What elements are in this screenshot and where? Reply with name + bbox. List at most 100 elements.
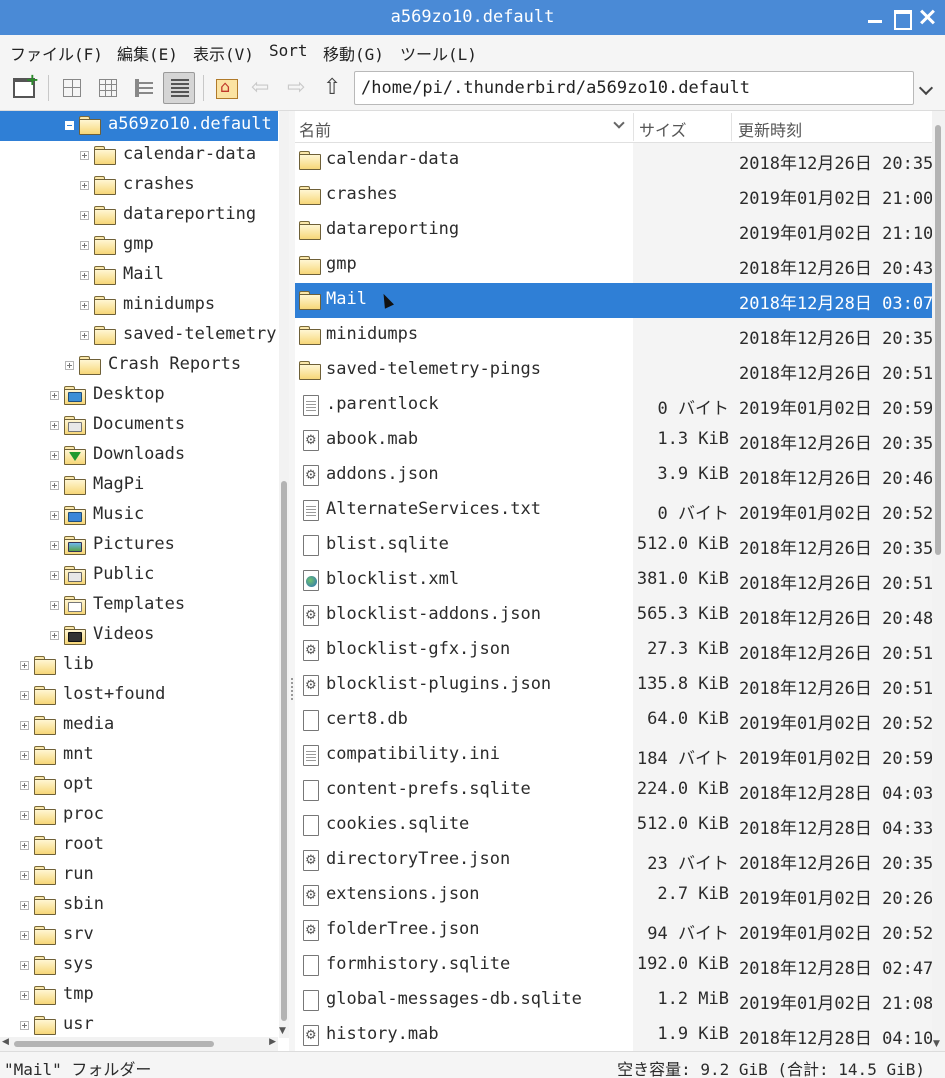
list-item[interactable]: minidumps 2018年12月26日 20:35 bbox=[295, 318, 932, 353]
tree-hscroll-thumb[interactable] bbox=[14, 1041, 214, 1047]
scroll-down-arrow-icon[interactable]: ▼ bbox=[933, 1039, 940, 1049]
expand-icon[interactable] bbox=[20, 871, 29, 880]
expand-icon[interactable] bbox=[80, 241, 89, 250]
directory-tree[interactable]: a569zo10.default calendar-data crashes data… bbox=[0, 111, 278, 1038]
expand-icon[interactable] bbox=[50, 391, 59, 400]
tree-item[interactable]: Downloads bbox=[0, 441, 278, 471]
expand-icon[interactable] bbox=[20, 691, 29, 700]
list-item[interactable]: cert8.db 64.0 KiB 2019年01月02日 20:52 bbox=[295, 703, 932, 738]
tree-horizontal-scrollbar[interactable]: ◀ ▶ bbox=[0, 1037, 278, 1051]
menu-view[interactable]: 表示(V) bbox=[193, 41, 254, 65]
expand-icon[interactable] bbox=[80, 271, 89, 280]
column-header-size[interactable]: サイズ bbox=[639, 117, 687, 141]
list-item[interactable]: directoryTree.json 23 バイト 2018年12月26日 20:3… bbox=[295, 843, 932, 878]
scroll-right-arrow-icon[interactable]: ▶ bbox=[269, 1037, 276, 1047]
tree-item[interactable]: run bbox=[0, 861, 278, 891]
tree-item[interactable]: Desktop bbox=[0, 381, 278, 411]
tree-item[interactable]: opt bbox=[0, 771, 278, 801]
list-item[interactable]: compatibility.ini 184 バイト 2019年01月02日 20:5… bbox=[295, 738, 932, 773]
list-item[interactable]: blocklist.xml 381.0 KiB 2018年12月26日 20:51 bbox=[295, 563, 932, 598]
list-item[interactable]: cookies.sqlite 512.0 KiB 2018年12月28日 04:33 bbox=[295, 808, 932, 843]
tree-item[interactable]: Public bbox=[0, 561, 278, 591]
list-item[interactable]: datareporting 2019年01月02日 21:10 bbox=[295, 213, 932, 248]
thumbnail-view-button[interactable] bbox=[92, 72, 124, 104]
list-item[interactable]: blocklist-addons.json 565.3 KiB 2018年12月26… bbox=[295, 598, 932, 633]
tree-item[interactable]: Documents bbox=[0, 411, 278, 441]
expand-icon[interactable] bbox=[20, 841, 29, 850]
tree-item[interactable]: Crash Reports bbox=[0, 351, 278, 381]
file-list[interactable]: 名前 サイズ 更新時刻 calendar-data 2018年12月26日 20:… bbox=[295, 111, 932, 1051]
column-header-name[interactable]: 名前 bbox=[299, 117, 331, 141]
list-item[interactable]: blocklist-gfx.json 27.3 KiB 2018年12月26日 20… bbox=[295, 633, 932, 668]
tree-item[interactable]: media bbox=[0, 711, 278, 741]
detail-view-button[interactable] bbox=[163, 72, 195, 104]
expand-icon[interactable] bbox=[20, 991, 29, 1000]
back-button[interactable]: ⇦ bbox=[247, 72, 279, 104]
tree-item[interactable]: MagPi bbox=[0, 471, 278, 501]
list-item[interactable]: abook.mab 1.3 KiB 2018年12月26日 20:35 bbox=[295, 423, 932, 458]
column-separator[interactable] bbox=[633, 113, 634, 141]
list-item[interactable]: blist.sqlite 512.0 KiB 2018年12月26日 20:35 bbox=[295, 528, 932, 563]
tree-scroll-thumb[interactable] bbox=[281, 481, 287, 1021]
tree-item[interactable]: tmp bbox=[0, 981, 278, 1011]
expand-icon[interactable] bbox=[20, 721, 29, 730]
tree-item[interactable]: Videos bbox=[0, 621, 278, 651]
list-item[interactable]: global-messages-db.sqlite 1.2 MiB 2019年01月… bbox=[295, 983, 932, 1018]
expand-icon[interactable] bbox=[50, 481, 59, 490]
icon-view-button[interactable] bbox=[56, 72, 88, 104]
path-input[interactable]: /home/pi/.thunderbird/a569zo10.default bbox=[354, 71, 914, 105]
menu-edit[interactable]: 編集(E) bbox=[117, 41, 178, 65]
tree-item[interactable]: Music bbox=[0, 501, 278, 531]
menu-tools[interactable]: ツール(L) bbox=[400, 41, 477, 65]
collapse-icon[interactable] bbox=[65, 121, 74, 130]
expand-icon[interactable] bbox=[50, 571, 59, 580]
list-item[interactable]: crashes 2019年01月02日 21:00 bbox=[295, 178, 932, 213]
path-history-dropdown[interactable] bbox=[918, 75, 936, 99]
tree-item[interactable]: usr bbox=[0, 1011, 278, 1038]
tree-item[interactable]: lib bbox=[0, 651, 278, 681]
expand-icon[interactable] bbox=[65, 361, 74, 370]
list-item[interactable]: gmp 2018年12月26日 20:43 bbox=[295, 248, 932, 283]
scroll-down-arrow-icon[interactable]: ▼ bbox=[279, 1026, 286, 1036]
menu-sort[interactable]: Sort bbox=[269, 41, 308, 60]
menu-file[interactable]: ファイル(F) bbox=[10, 41, 103, 65]
list-item[interactable]: addons.json 3.9 KiB 2018年12月26日 20:46 bbox=[295, 458, 932, 493]
tree-item[interactable]: root bbox=[0, 831, 278, 861]
expand-icon[interactable] bbox=[20, 661, 29, 670]
list-item[interactable]: content-prefs.sqlite 224.0 KiB 2018年12月28日… bbox=[295, 773, 932, 808]
tree-item[interactable]: proc bbox=[0, 801, 278, 831]
tree-item[interactable]: lost+found bbox=[0, 681, 278, 711]
expand-icon[interactable] bbox=[20, 1021, 29, 1030]
tree-item[interactable]: datareporting bbox=[0, 201, 278, 231]
forward-button[interactable]: ⇨ bbox=[283, 72, 315, 104]
expand-icon[interactable] bbox=[20, 751, 29, 760]
list-item[interactable]: extensions.json 2.7 KiB 2019年01月02日 20:26 bbox=[295, 878, 932, 913]
menu-go[interactable]: 移動(G) bbox=[323, 41, 384, 65]
list-item[interactable]: history.mab 1.9 KiB 2018年12月28日 04:10 bbox=[295, 1018, 932, 1051]
tree-vertical-scrollbar[interactable]: ▼ bbox=[279, 111, 289, 1038]
list-item[interactable]: AlternateServices.txt 0 バイト 2019年01月02日 20… bbox=[295, 493, 932, 528]
list-item[interactable]: formhistory.sqlite 192.0 KiB 2018年12月28日 0… bbox=[295, 948, 932, 983]
list-vertical-scrollbar[interactable]: ▼ bbox=[932, 111, 945, 1051]
tree-item[interactable]: a569zo10.default bbox=[0, 111, 278, 141]
expand-icon[interactable] bbox=[20, 781, 29, 790]
expand-icon[interactable] bbox=[80, 331, 89, 340]
maximize-button[interactable] bbox=[892, 8, 912, 30]
tree-item[interactable]: crashes bbox=[0, 171, 278, 201]
tree-item[interactable]: Pictures bbox=[0, 531, 278, 561]
close-button[interactable] bbox=[918, 8, 936, 26]
tree-item[interactable]: mnt bbox=[0, 741, 278, 771]
expand-icon[interactable] bbox=[20, 901, 29, 910]
expand-icon[interactable] bbox=[80, 181, 89, 190]
expand-icon[interactable] bbox=[80, 151, 89, 160]
tree-item[interactable]: srv bbox=[0, 921, 278, 951]
expand-icon[interactable] bbox=[50, 631, 59, 640]
tree-item[interactable]: Templates bbox=[0, 591, 278, 621]
tree-item[interactable]: sys bbox=[0, 951, 278, 981]
expand-icon[interactable] bbox=[80, 301, 89, 310]
expand-icon[interactable] bbox=[50, 451, 59, 460]
expand-icon[interactable] bbox=[20, 931, 29, 940]
expand-icon[interactable] bbox=[50, 421, 59, 430]
list-item[interactable]: saved-telemetry-pings 2018年12月26日 20:51 bbox=[295, 353, 932, 388]
compact-view-button[interactable] bbox=[128, 72, 160, 104]
